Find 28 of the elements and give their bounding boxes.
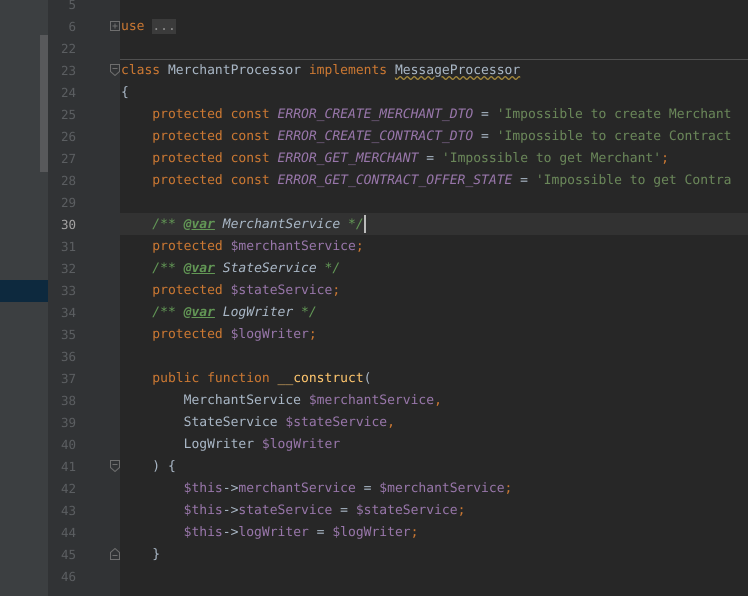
code-line: protected $stateService; [151,282,340,298]
code-line: $this->stateService = $stateService; [182,502,466,518]
code-line: class MerchantProcessor implements MessageProcessor [121,63,520,78]
code-line: ) { [151,458,176,474]
code-line: protected $logWriter; [151,326,317,342]
code-line: /** @var StateService */ [151,260,340,276]
collapse-icon[interactable] [110,460,120,472]
code-line: $this->merchantService = $merchantService; [182,480,512,496]
code-line: LogWriter $logWriter [182,436,340,452]
code-line: use ... [121,18,176,34]
expand-icon[interactable] [110,20,120,32]
code-line: } [151,546,160,562]
code-line: /** @var LogWriter */ [151,304,317,320]
line-number: 30 [60,216,76,232]
code-line: protected const ERROR_CREATE_MERCHANT_DTO = 'Impossible to create Merchant [151,106,732,122]
code-line: protected const ERROR_CREATE_CONTRACT_DTO = 'Impossible to create Contract [151,128,732,144]
scrollbar-thumb[interactable] [40,35,48,172]
code-line: StateService $stateService, [182,414,395,430]
collapse-icon[interactable] [110,548,120,560]
code-line: { [121,84,129,100]
code-line: /** @var MerchantService */ [121,216,364,232]
code-line: protected const ERROR_GET_CONTRACT_OFFER_STATE = 'Impossible to get Contra [151,172,732,188]
collapse-icon[interactable] [110,64,120,76]
code-line: MerchantService $merchantService, [182,392,442,408]
code-line: $this->logWriter = $logWriter; [182,524,418,540]
code-line: public function __construct( [151,370,372,386]
code-line: protected $merchantService; [151,238,364,254]
code-line: protected const ERROR_GET_MERCHANT = 'Impossible to get Merchant'; [151,150,669,166]
